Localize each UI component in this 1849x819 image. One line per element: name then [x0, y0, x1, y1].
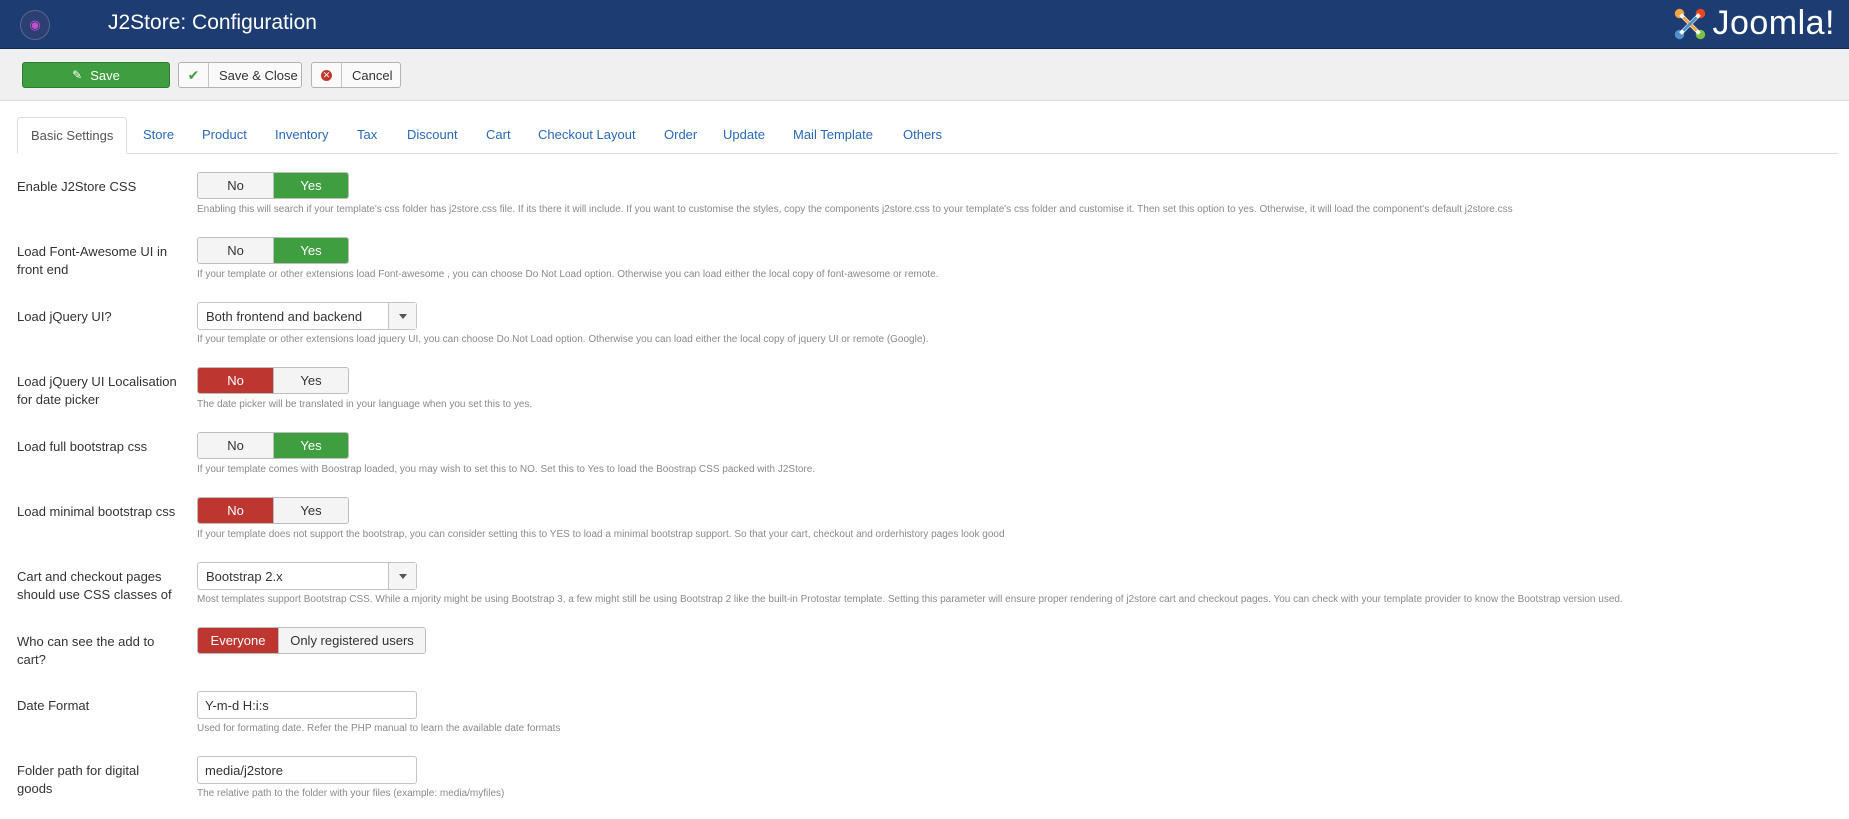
toggle-no[interactable]: No [198, 238, 273, 263]
tab-others[interactable]: Others [903, 117, 942, 153]
tab-update[interactable]: Update [723, 117, 765, 153]
cancel-button[interactable]: ✕ Cancel [311, 62, 401, 88]
tab-store[interactable]: Store [143, 117, 174, 153]
full-bootstrap-toggle: No Yes [197, 432, 349, 459]
caret-down-icon [388, 303, 416, 329]
toolbar: ✎ Save ✔ Save & Close ✕ Cancel [0, 49, 1849, 101]
setting-label-font-awesome: Load Font-Awesome UI in front end [17, 244, 168, 277]
tab-discount[interactable]: Discount [407, 117, 458, 153]
joomla-wordmark: Joomla! [1712, 4, 1835, 42]
font-awesome-toggle: No Yes [197, 237, 349, 264]
config-tabs: Basic Settings Store Product Inventory T… [17, 117, 1838, 154]
tab-order[interactable]: Order [664, 117, 697, 153]
jquery-ui-select[interactable]: Both frontend and backend [197, 302, 417, 330]
help-text: Most templates support Bootstrap CSS. Wh… [197, 594, 1623, 605]
help-text: The relative path to the folder with you… [197, 788, 505, 799]
toggle-yes[interactable]: Yes [273, 238, 348, 263]
minimal-bootstrap-toggle: No Yes [197, 497, 349, 524]
edit-icon: ✎ [72, 68, 83, 82]
help-text: If your template or other extensions loa… [197, 269, 939, 280]
toggle-no[interactable]: No [198, 173, 273, 198]
setting-label-enable-css: Enable J2Store CSS [17, 179, 137, 194]
toggle-no[interactable]: No [198, 368, 273, 393]
page-title: J2Store: Configuration [108, 11, 317, 34]
cancel-label: Cancel [352, 67, 393, 83]
save-close-label: Save & Close [219, 67, 298, 83]
toggle-yes[interactable]: Yes [273, 433, 348, 458]
setting-label-full-bootstrap: Load full bootstrap css [17, 439, 148, 454]
toggle-yes[interactable]: Yes [273, 173, 348, 198]
caret-down-icon [388, 563, 416, 589]
tab-checkout-layout[interactable]: Checkout Layout [538, 117, 636, 153]
tab-tax[interactable]: Tax [357, 117, 377, 153]
toggle-yes[interactable]: Yes [273, 368, 348, 393]
css-classes-select[interactable]: Bootstrap 2.x [197, 562, 417, 590]
help-text: Used for formating date. Refer the PHP m… [197, 723, 561, 734]
setting-label-date-format: Date Format [17, 698, 90, 713]
add-to-cart-visibility-toggle: Everyone Only registered users [197, 627, 426, 654]
joomla-logo-icon [1675, 8, 1706, 39]
enable-css-toggle: No Yes [197, 172, 349, 199]
toggle-everyone[interactable]: Everyone [198, 628, 278, 653]
select-value: Bootstrap 2.x [206, 569, 283, 584]
tab-product[interactable]: Product [202, 117, 247, 153]
check-icon: ✔ [187, 66, 200, 83]
toggle-no[interactable]: No [198, 498, 273, 523]
header-bar: ◉ J2Store: Configuration Joomla! [0, 0, 1849, 49]
toggle-yes[interactable]: Yes [273, 498, 348, 523]
setting-label-jquery-ui: Load jQuery UI? [17, 309, 112, 324]
setting-label-folder-path: Folder path for digital goods [17, 763, 140, 796]
date-format-input[interactable]: Y-m-d H:i:s [197, 691, 417, 719]
toggle-no[interactable]: No [198, 433, 273, 458]
save-button[interactable]: ✎ Save [22, 62, 170, 88]
cancel-icon: ✕ [321, 69, 332, 81]
cart-icon[interactable]: ◉ [20, 10, 50, 40]
tab-mail-template[interactable]: Mail Template [793, 117, 873, 153]
folder-path-input[interactable]: media/j2store [197, 756, 417, 784]
setting-label-add-to-cart: Who can see the add to cart? [17, 634, 155, 667]
select-value: Both frontend and backend [206, 309, 363, 324]
save-label: Save [90, 67, 120, 83]
tab-inventory[interactable]: Inventory [275, 117, 328, 153]
setting-label-css-classes: Cart and checkout pages should use CSS c… [17, 569, 172, 602]
setting-label-minimal-bootstrap: Load minimal bootstrap css [17, 504, 176, 519]
help-text: If your template comes with Boostrap loa… [197, 464, 816, 475]
joomla-logo: Joomla! [1671, 4, 1835, 43]
toggle-registered-users[interactable]: Only registered users [278, 628, 425, 653]
help-text: If your template or other extensions loa… [197, 334, 929, 345]
help-text: Enabling this will search if your templa… [197, 204, 1513, 215]
tab-basic-settings[interactable]: Basic Settings [17, 117, 128, 154]
help-text: If your template does not support the bo… [197, 529, 1005, 540]
setting-label-jquery-localisation: Load jQuery UI Localisation for date pic… [17, 374, 177, 407]
jquery-localisation-toggle: No Yes [197, 367, 349, 394]
help-text: The date picker will be translated in yo… [197, 399, 533, 410]
save-close-button[interactable]: ✔ Save & Close [178, 62, 302, 88]
tab-cart[interactable]: Cart [486, 117, 511, 153]
